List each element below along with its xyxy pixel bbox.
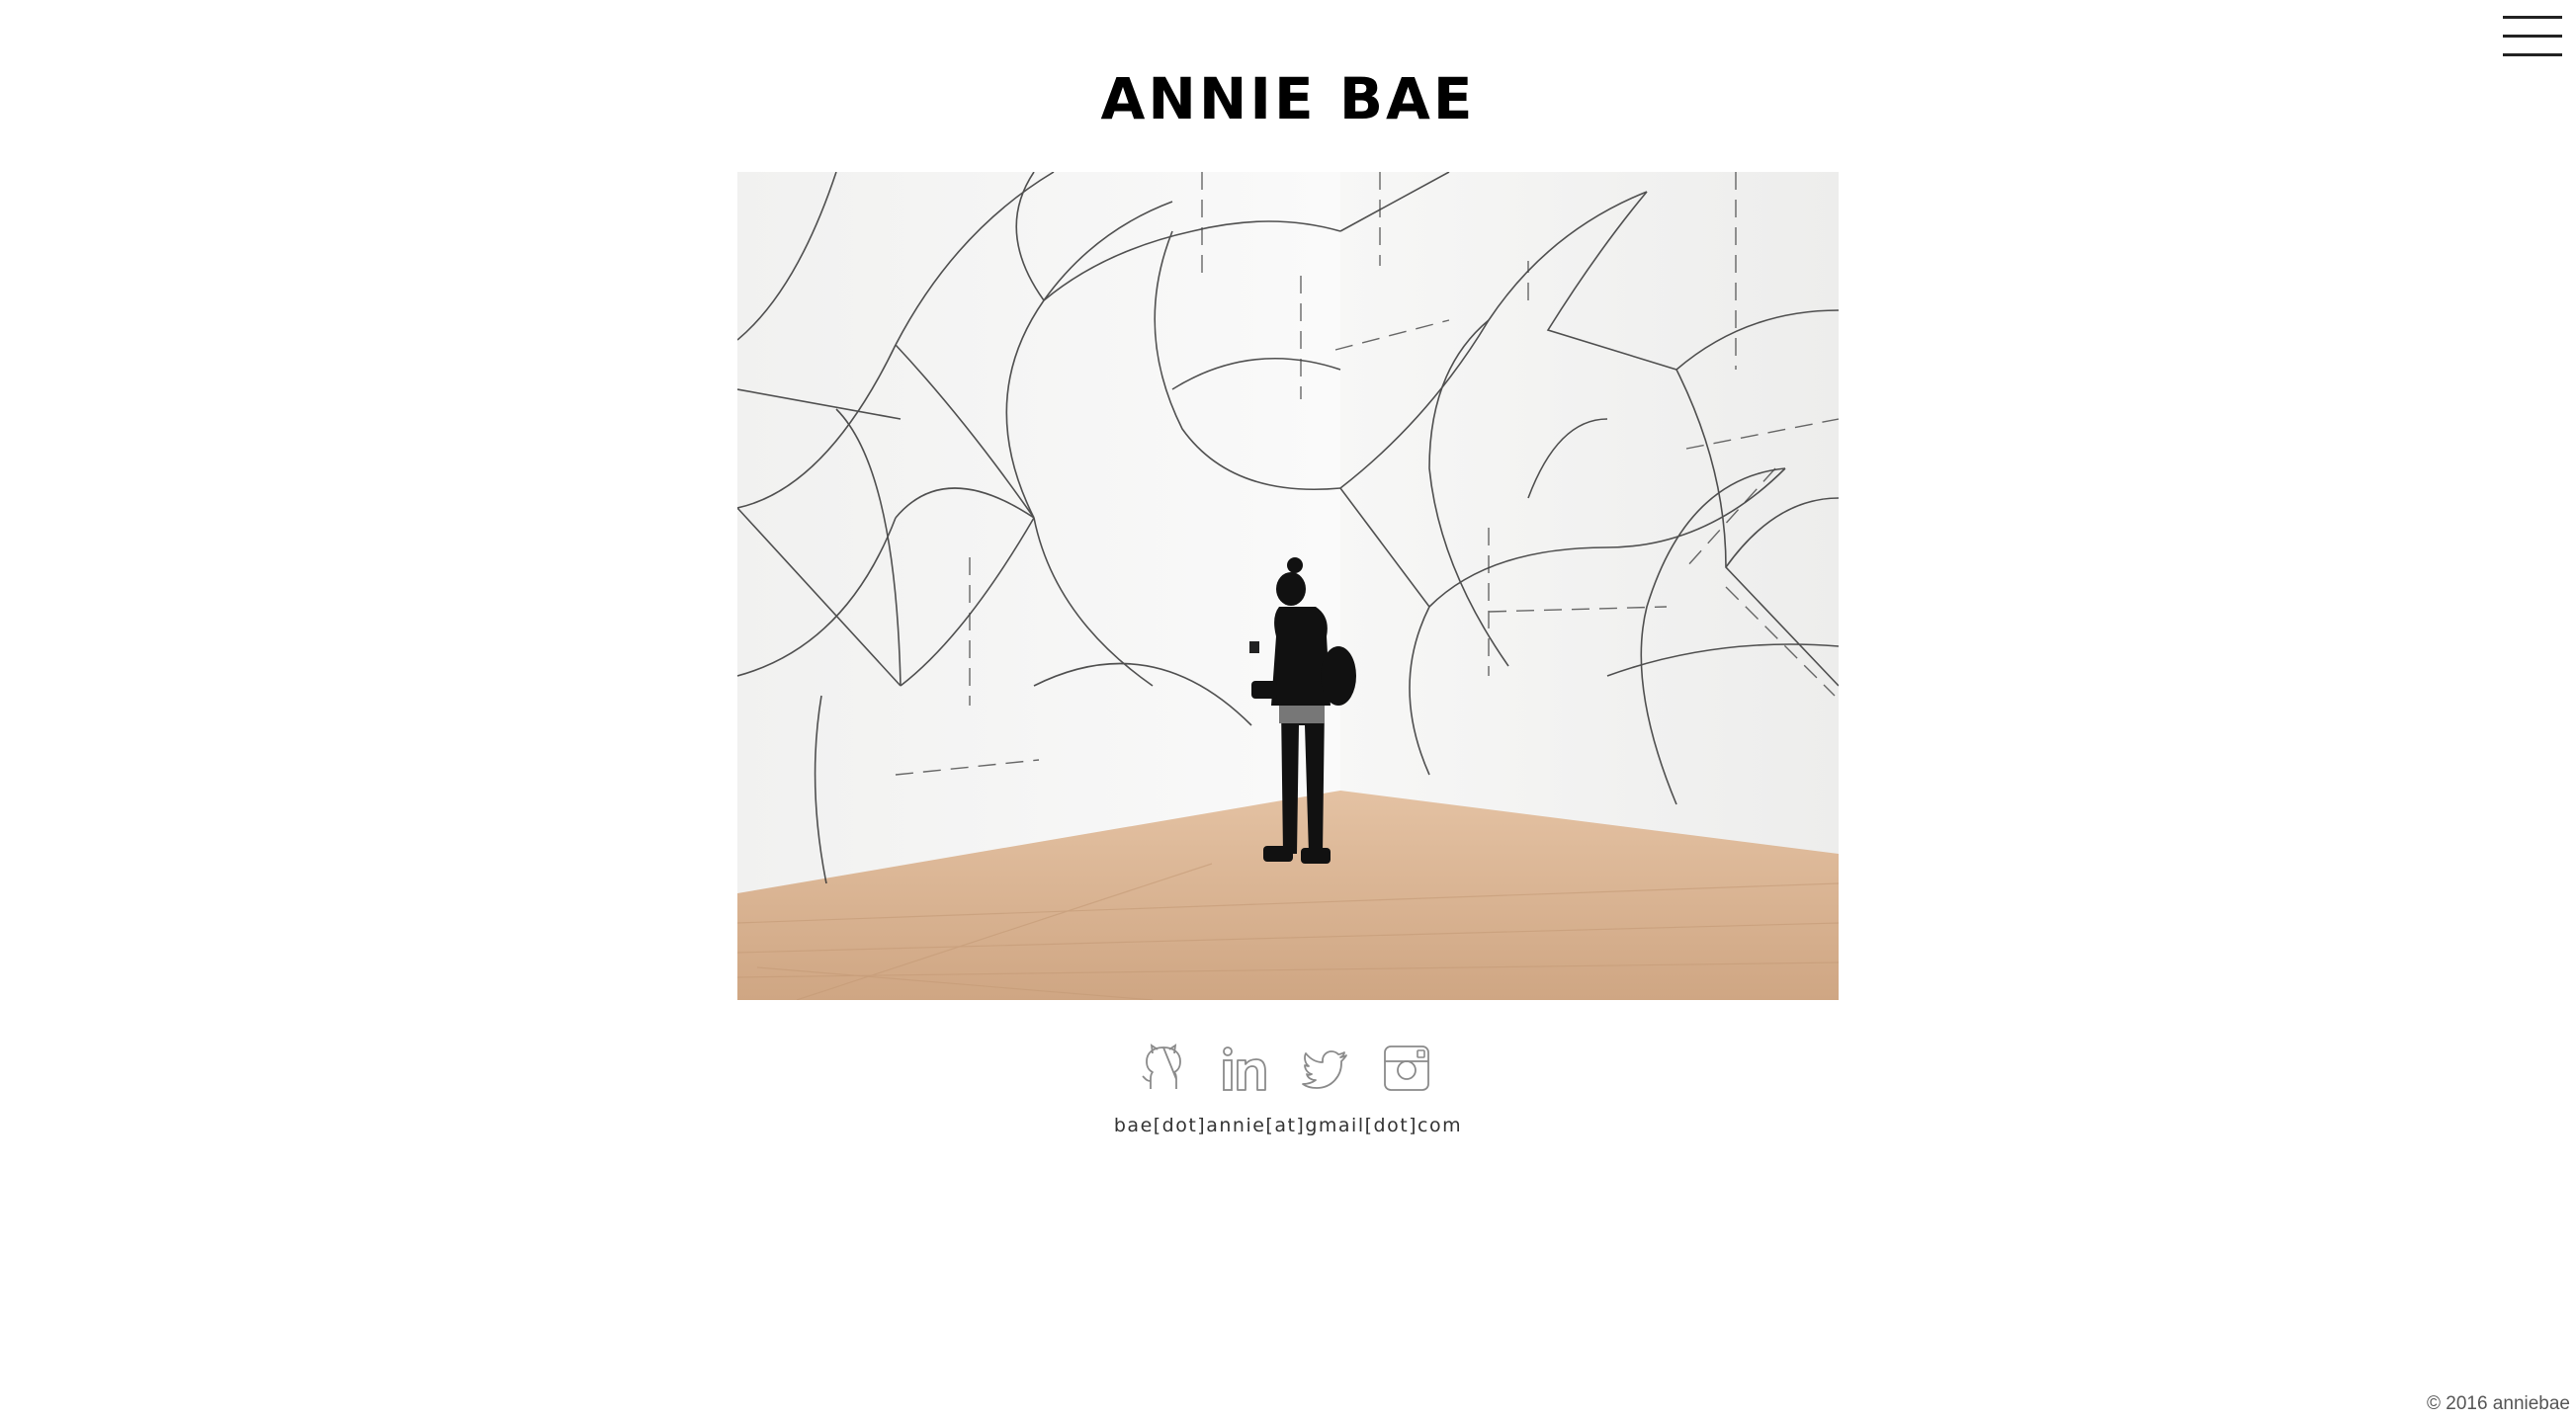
contact-email: bae[dot]annie[at]gmail[dot]com — [1113, 1115, 1463, 1136]
linkedin-icon[interactable] — [1218, 1042, 1271, 1095]
hero-photo — [737, 172, 1839, 1000]
hamburger-menu-icon[interactable] — [2503, 12, 2562, 61]
github-icon[interactable] — [1137, 1042, 1190, 1095]
page: ANNIE BAE bae[dot]annie[at]gmail[dot]com… — [0, 0, 2576, 1421]
site-title: ANNIE BAE — [1100, 65, 1476, 132]
instagram-icon[interactable] — [1380, 1042, 1433, 1095]
social-links — [1137, 1042, 1443, 1101]
twitter-icon[interactable] — [1299, 1042, 1352, 1095]
copyright-text: © 2016 anniebae — [2426, 1393, 2570, 1414]
